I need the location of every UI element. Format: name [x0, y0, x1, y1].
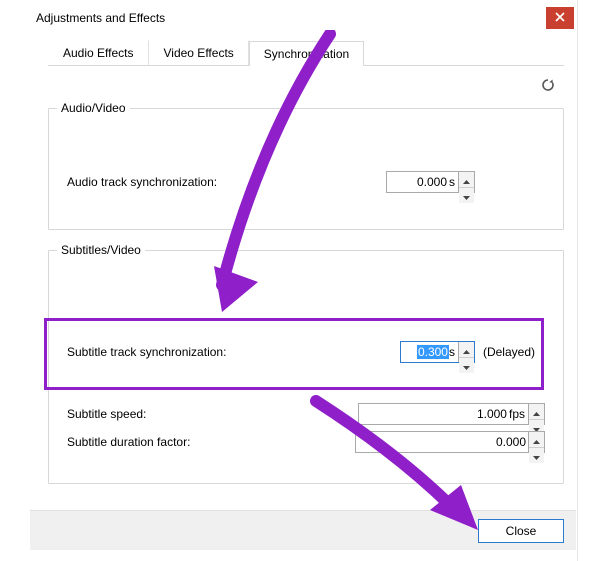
button-bar: Close [30, 510, 576, 550]
subtitle-duration-input[interactable] [356, 432, 528, 452]
audio-sync-label: Audio track synchronization: [67, 175, 217, 189]
chevron-down-icon [463, 358, 470, 373]
chevron-up-icon [533, 432, 540, 447]
subtitle-sync-step-down[interactable] [459, 358, 474, 373]
subtitle-speed-input[interactable] [359, 404, 509, 424]
row-subtitle-duration: Subtitle duration factor: [67, 431, 545, 453]
subtitle-duration-step-up[interactable] [529, 432, 544, 448]
row-audio-sync: Audio track synchronization: s [67, 171, 545, 193]
subtitle-sync-unit: s [449, 342, 458, 362]
audio-sync-input[interactable] [387, 172, 449, 192]
subtitle-sync-input[interactable]: 0.300 [417, 345, 449, 359]
audio-sync-spinner[interactable]: s [386, 171, 475, 193]
chevron-up-icon [463, 342, 470, 357]
audio-sync-step-down[interactable] [459, 188, 474, 203]
subtitle-speed-arrows [528, 404, 544, 424]
subtitle-duration-spinner[interactable] [355, 431, 545, 453]
subtitle-duration-step-down[interactable] [529, 448, 544, 463]
tab-video-effects[interactable]: Video Effects [149, 40, 249, 65]
subtitle-sync-label: Subtitle track synchronization: [67, 345, 226, 359]
chevron-down-icon [533, 448, 540, 463]
title-bar: Adjustments and Effects [30, 2, 576, 34]
group-audio-video-legend: Audio/Video [57, 101, 130, 115]
dialog-content: Audio Effects Video Effects Synchronizat… [30, 34, 576, 512]
dialog-title: Adjustments and Effects [36, 11, 165, 25]
window-close-button[interactable] [546, 7, 574, 29]
chevron-down-icon [463, 188, 470, 203]
chevron-up-icon [533, 404, 540, 419]
group-audio-video: Audio/Video Audio track synchronization:… [48, 108, 564, 230]
audio-sync-unit: s [449, 172, 458, 192]
close-icon [555, 11, 565, 25]
subtitle-duration-label: Subtitle duration factor: [67, 435, 267, 449]
subtitle-speed-label: Subtitle speed: [67, 407, 267, 421]
close-button[interactable]: Close [478, 519, 564, 543]
audio-sync-step-up[interactable] [459, 172, 474, 188]
adjustments-effects-dialog: Adjustments and Effects Audio Effects Vi… [30, 2, 576, 550]
row-subtitle-sync: Subtitle track synchronization: 0.300 s … [67, 341, 545, 363]
audio-sync-arrows [458, 172, 474, 192]
group-subtitles-video: Subtitles/Video Subtitle track synchroni… [48, 250, 564, 484]
row-subtitle-speed: Subtitle speed: fps [67, 403, 545, 425]
subtitle-duration-arrows [528, 432, 544, 452]
subtitle-sync-status: (Delayed) [483, 345, 535, 359]
tabs: Audio Effects Video Effects Synchronizat… [48, 40, 564, 66]
refresh-button[interactable] [538, 76, 558, 96]
tab-audio-effects[interactable]: Audio Effects [48, 40, 149, 65]
subtitle-sync-arrows [458, 342, 474, 362]
window-edge [577, 0, 578, 561]
refresh-row [48, 66, 564, 100]
chevron-up-icon [463, 172, 470, 187]
subtitle-speed-unit: fps [509, 404, 528, 424]
refresh-icon [540, 77, 556, 96]
subtitle-sync-spinner[interactable]: 0.300 s [400, 341, 475, 363]
tab-synchronization[interactable]: Synchronization [249, 41, 364, 66]
subtitle-speed-step-up[interactable] [529, 404, 544, 420]
subtitle-speed-spinner[interactable]: fps [358, 403, 545, 425]
subtitle-sync-step-up[interactable] [459, 342, 474, 358]
group-subtitles-video-legend: Subtitles/Video [57, 243, 145, 257]
